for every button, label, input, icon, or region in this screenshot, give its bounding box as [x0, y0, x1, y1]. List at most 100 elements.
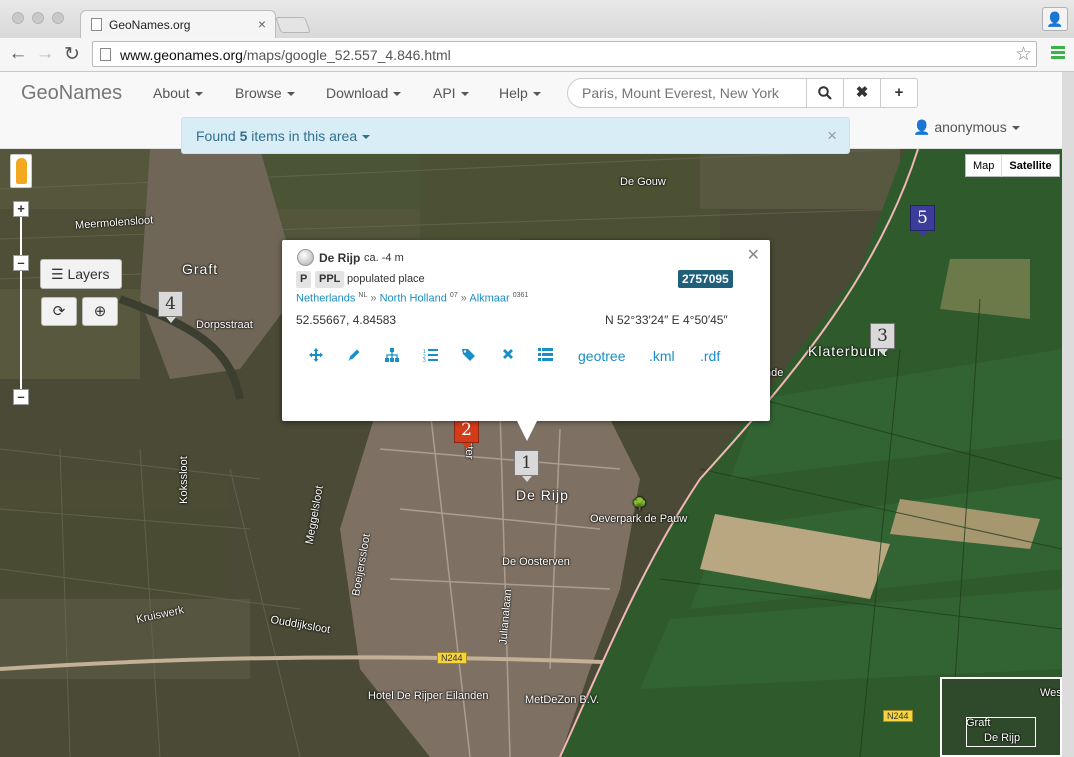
caret-down-icon: [393, 92, 402, 97]
kml-link[interactable]: .kml: [649, 348, 675, 364]
zoom-slider-track[interactable]: [20, 209, 22, 393]
tab-title: GeoNames.org: [109, 18, 191, 32]
map-label-metdezon: MetDeZon B.V.: [525, 694, 600, 706]
map-marker-1[interactable]: 1: [514, 450, 539, 482]
place-info-popup: ✕ De Rijp ca. -4 m P PPL populated place…: [282, 240, 770, 441]
zoom-slider-handle[interactable]: –: [13, 255, 29, 271]
map-type-control: Map Satellite: [965, 154, 1060, 177]
zoom-in-button[interactable]: +: [13, 201, 29, 217]
map-label-oeverpark: Oeverpark de Pauw: [590, 513, 688, 525]
caret-down-icon: [286, 92, 295, 97]
map-label-de-gouw: De Gouw: [620, 176, 666, 188]
caret-down-icon: [532, 92, 541, 97]
map-type-map[interactable]: Map: [966, 155, 1001, 177]
url-text: www.geonames.org/maps/google_52.557_4.84…: [120, 47, 451, 63]
map-canvas[interactable]: Graft Dorpsstraat Meermolensloot De Gouw…: [0, 149, 1062, 757]
window-minimize-button[interactable]: [32, 12, 44, 24]
nav-help[interactable]: Help: [499, 85, 541, 101]
new-tab-button[interactable]: [275, 17, 311, 33]
tags-icon[interactable]: [462, 348, 478, 362]
forward-icon[interactable]: →: [34, 43, 56, 65]
page: GeoNames About Browse Download API Help …: [0, 72, 1074, 757]
edit-pencil-icon[interactable]: [347, 348, 361, 362]
map-marker-5[interactable]: 5: [910, 205, 935, 237]
search-icon: [818, 86, 832, 100]
caret-down-icon: [362, 135, 371, 140]
park-icon: 🌳: [632, 497, 647, 511]
minimap-viewport[interactable]: [966, 717, 1036, 747]
delete-icon[interactable]: [502, 348, 514, 360]
feature-class-badge: P: [296, 271, 312, 288]
address-bar[interactable]: www.geonames.org/maps/google_52.557_4.84…: [92, 41, 1037, 67]
search-button[interactable]: [807, 78, 844, 108]
refresh-icon: ⟳: [52, 303, 66, 320]
street-view-pegman-icon[interactable]: [10, 154, 32, 188]
browser-tab[interactable]: GeoNames.org ×: [80, 10, 276, 38]
road-shield: N244: [883, 710, 913, 722]
decimal-coordinates: 52.55667, 4.84583: [296, 313, 397, 327]
geotree-link[interactable]: geotree: [578, 348, 625, 364]
clear-search-button[interactable]: ✖: [844, 78, 881, 108]
map-type-satellite[interactable]: Satellite: [1001, 155, 1058, 177]
refresh-button[interactable]: ⟳: [41, 297, 77, 326]
bookmark-star-icon[interactable]: ☆: [1015, 43, 1032, 66]
window-zoom-button[interactable]: [52, 12, 64, 24]
minimap-label-wes: Wes: [1040, 687, 1062, 699]
overview-minimap[interactable]: Graft De Rijp Wes: [940, 677, 1062, 757]
page-icon: [100, 48, 111, 61]
close-icon: ✖: [855, 84, 869, 101]
map-marker-4[interactable]: 4: [158, 291, 183, 323]
results-summary[interactable]: Found 5 items in this area: [196, 128, 371, 144]
map-label-de-rijp: De Rijp: [516, 487, 569, 503]
admin1-link[interactable]: North Holland: [380, 293, 447, 305]
back-icon[interactable]: ←: [7, 43, 29, 65]
nav-about[interactable]: About: [153, 85, 203, 101]
country-link[interactable]: Netherlands: [296, 293, 355, 305]
admin-breadcrumb: Netherlands NL » North Holland 07 » Alkm…: [296, 292, 529, 305]
layers-button[interactable]: ☰ Layers: [40, 259, 122, 289]
caret-down-icon: [194, 92, 203, 97]
map-label-graft: Graft: [182, 261, 219, 277]
admin2-link[interactable]: Alkmaar: [469, 293, 509, 305]
nav-browse[interactable]: Browse: [235, 85, 295, 101]
alert-close-icon[interactable]: ×: [827, 126, 837, 146]
caret-down-icon: [460, 92, 469, 97]
add-location-button[interactable]: ⊕: [82, 297, 118, 326]
site-brand[interactable]: GeoNames: [21, 82, 122, 105]
wikipedia-icon[interactable]: [297, 249, 314, 266]
tab-close-icon[interactable]: ×: [258, 16, 266, 32]
add-button[interactable]: +: [881, 78, 918, 108]
zoom-out-button[interactable]: –: [13, 389, 29, 405]
feature-code-badge: PPL: [315, 271, 345, 288]
search-input[interactable]: [567, 78, 807, 108]
caret-down-icon: [1011, 126, 1020, 131]
plus-icon: +: [894, 84, 904, 101]
map-label-kokssloot: Kokssloot: [177, 456, 190, 504]
profile-icon[interactable]: 👤: [1042, 7, 1068, 31]
map-label-hotel: Hotel De Rijper Eilanden: [368, 690, 489, 702]
browser-tab-strip: GeoNames.org × 👤: [0, 0, 1074, 38]
hierarchy-icon[interactable]: [385, 348, 399, 362]
list-icon: ☰: [51, 266, 64, 282]
plus-circle-icon: ⊕: [93, 303, 107, 320]
nav-api[interactable]: API: [433, 85, 469, 101]
road-shield: N244: [437, 652, 467, 664]
window-close-button[interactable]: [12, 12, 24, 24]
place-elevation: ca. -4 m: [364, 252, 404, 264]
map-marker-3[interactable]: 3: [870, 323, 895, 355]
svg-text:3: 3: [423, 358, 426, 362]
results-alert: Found 5 items in this area ×: [181, 117, 850, 154]
ordered-list-icon[interactable]: 123: [423, 348, 438, 362]
map-label-dorpsstraat: Dorpsstraat: [196, 319, 253, 331]
popup-close-icon[interactable]: ✕: [747, 245, 760, 265]
reload-icon[interactable]: ↻: [61, 43, 83, 66]
rdf-link[interactable]: .rdf: [700, 348, 720, 364]
browser-toolbar: ← → ↻ www.geonames.org/maps/google_52.55…: [0, 38, 1074, 72]
browser-menu-icon[interactable]: [1051, 46, 1065, 61]
list-icon[interactable]: [538, 348, 553, 361]
user-menu[interactable]: 👤 anonymous: [913, 119, 1020, 136]
place-name: De Rijp: [319, 251, 361, 265]
geonameid-badge[interactable]: 2757095: [678, 270, 733, 288]
nav-download[interactable]: Download: [326, 85, 402, 101]
move-icon[interactable]: [309, 348, 323, 362]
